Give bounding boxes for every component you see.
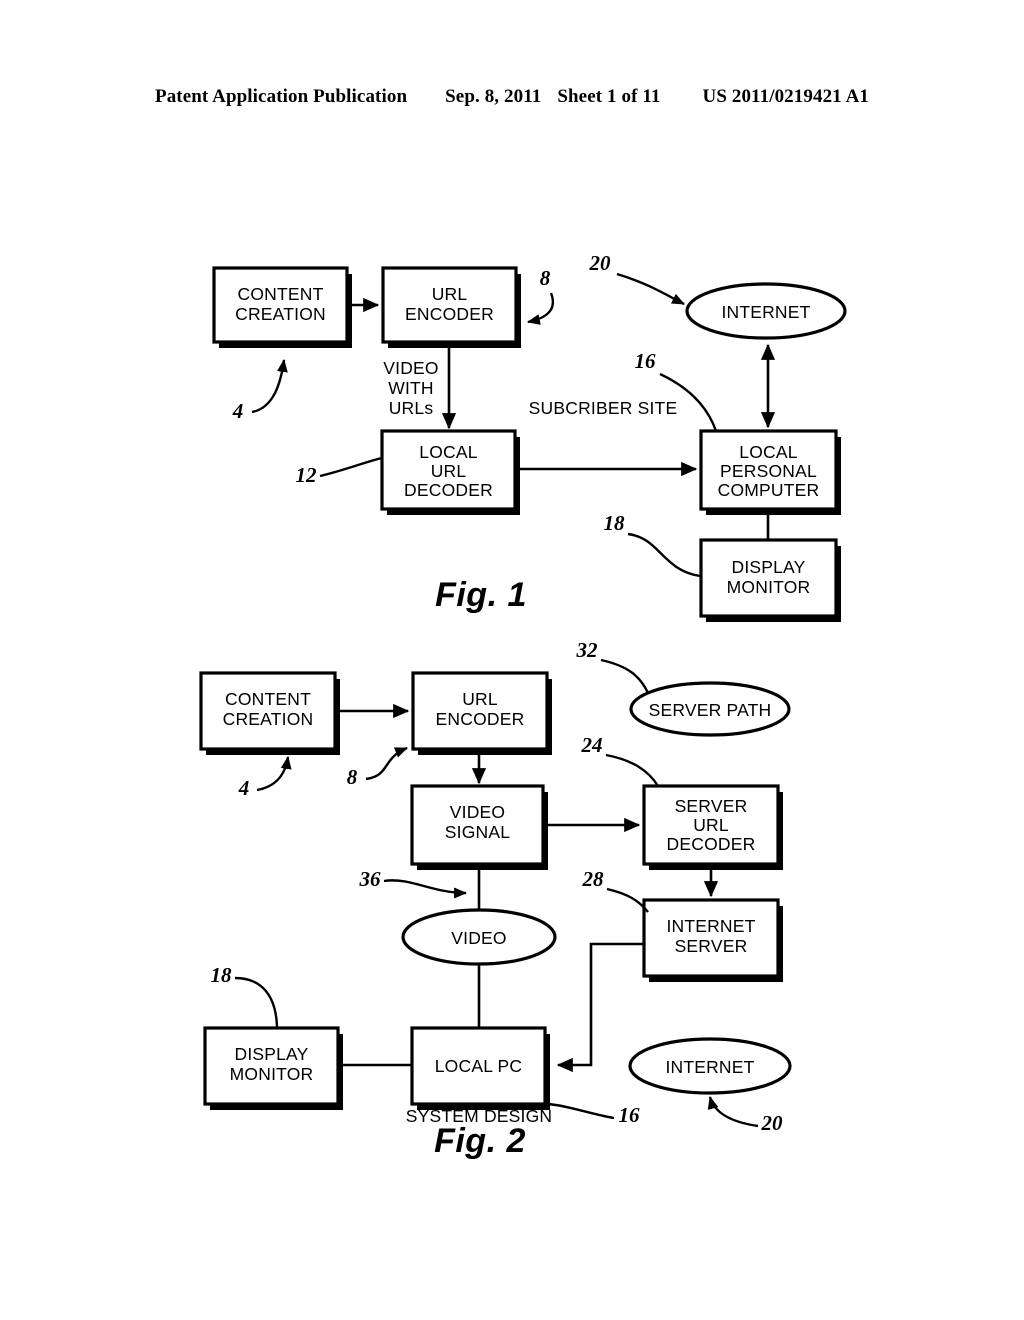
fig2-leader-18: [234, 976, 279, 1028]
fig1-ref-number-4: 4: [232, 399, 244, 423]
fig2-ref-number-18: 18: [211, 963, 233, 987]
fig2-node-content-creation: CONTENT CREATION: [199, 671, 340, 755]
fig1-leader-12: [319, 456, 383, 478]
fig1-node-url-encoder: URL ENCODER: [381, 266, 521, 348]
fig1-content-creation-label-line2: CREATION: [235, 304, 326, 324]
patent-figures: CONTENT CREATION URL ENCODER INTERNET 20: [199, 251, 847, 1160]
fig2-server-url-decoder-label-line3: DECODER: [667, 834, 756, 854]
fig1-local-url-decoder-label-line2: URL: [431, 461, 467, 481]
fig1-local-url-decoder-label-line1: LOCAL: [419, 442, 477, 462]
fig1-ref-number-16: 16: [635, 349, 657, 373]
fig2-node-video: VIDEO: [401, 908, 557, 966]
fig2-leader-4: [256, 755, 292, 792]
fig2-ref-number-16: 16: [619, 1103, 641, 1127]
fig1-local-pc-label-line2: PERSONAL: [720, 461, 817, 481]
fig1-leader-4: [251, 358, 288, 414]
fig1-ref-number-18: 18: [604, 511, 626, 535]
fig1-node-internet: INTERNET: [685, 282, 847, 340]
fig2-server-path-label: SERVER PATH: [649, 700, 772, 720]
fig2-node-internet-server: INTERNET SERVER: [642, 898, 783, 982]
fig1-caption: Fig. 1: [435, 576, 527, 614]
fig1-content-creation-label-line1: CONTENT: [238, 284, 324, 304]
fig2-display-monitor-label-line2: MONITOR: [230, 1064, 314, 1084]
fig2-ref-number-8: 8: [347, 765, 358, 789]
fig2-leader-8: [365, 746, 408, 781]
fig2-ref-number-28: 28: [582, 867, 605, 891]
fig2-content-creation-label-line1: CONTENT: [225, 689, 311, 709]
fig2-node-internet: INTERNET: [628, 1037, 792, 1095]
fig1-ref-number-20: 20: [589, 251, 612, 275]
figure-2: CONTENT CREATION URL ENCODER 4 8 SERVER: [199, 638, 792, 1160]
fig1-node-local-url-decoder: LOCAL URL DECODER: [380, 429, 520, 515]
fig1-leader-20: [616, 272, 685, 306]
fig2-internet-server-label-line1: INTERNET: [666, 916, 755, 936]
fig1-local-pc-label-line1: LOCAL: [739, 442, 797, 462]
fig2-node-server-path: SERVER PATH: [629, 681, 791, 737]
fig1-node-display-monitor: DISPLAY MONITOR: [699, 538, 841, 622]
fig2-leader-20: [707, 1095, 759, 1128]
fig2-url-encoder-label-line1: URL: [462, 689, 498, 709]
fig2-node-local-pc: LOCAL PC: [410, 1026, 550, 1110]
fig2-display-monitor-label-line1: DISPLAY: [234, 1044, 308, 1064]
fig1-edge-label-video-with-urls-line3: URLs: [389, 398, 434, 418]
fig2-leader-28: [606, 887, 649, 913]
fig2-leader-24: [605, 753, 660, 787]
fig1-url-encoder-label-line1: URL: [432, 284, 468, 304]
fig1-label-subscriber-site: SUBCRIBER SITE: [529, 398, 678, 418]
patent-page: Patent Application Publication Sep. 8, 2…: [0, 0, 1024, 1320]
fig2-ref-number-32: 32: [576, 638, 599, 662]
fig2-node-display-monitor: DISPLAY MONITOR: [203, 1026, 343, 1110]
fig1-internet-label: INTERNET: [721, 302, 810, 322]
fig2-video-label: VIDEO: [451, 928, 506, 948]
fig2-local-pc-label: LOCAL PC: [435, 1056, 523, 1076]
fig1-edge-label-video-with-urls-line2: WITH: [388, 378, 434, 398]
fig1-local-pc-label-line3: COMPUTER: [718, 480, 820, 500]
fig1-node-local-personal-computer: LOCAL PERSONAL COMPUTER: [699, 429, 841, 515]
fig2-leader-36: [383, 879, 468, 899]
fig2-internet-label: INTERNET: [665, 1057, 754, 1077]
fig2-server-url-decoder-label-line2: URL: [693, 815, 729, 835]
fig2-node-server-url-decoder: SERVER URL DECODER: [642, 784, 783, 870]
fig2-ref-number-20: 20: [761, 1111, 784, 1135]
fig2-edge-internet-server-to-local-pc: [556, 942, 644, 1073]
fig2-leader-32: [600, 658, 650, 694]
fig1-leader-18: [627, 532, 701, 578]
fig1-local-url-decoder-label-line3: DECODER: [404, 480, 493, 500]
fig2-url-encoder-label-line2: ENCODER: [436, 709, 525, 729]
fig2-leader-16: [547, 1102, 615, 1120]
figure-1: CONTENT CREATION URL ENCODER INTERNET 20: [212, 251, 847, 622]
fig2-video-signal-label-line2: SIGNAL: [445, 822, 510, 842]
fig2-ref-number-36: 36: [359, 867, 382, 891]
fig1-display-monitor-label-line1: DISPLAY: [731, 557, 805, 577]
fig2-internet-server-label-line2: SERVER: [675, 936, 748, 956]
fig1-ref-number-8: 8: [540, 266, 551, 290]
fig2-node-url-encoder: URL ENCODER: [411, 671, 552, 755]
fig1-edge-label-video-with-urls-line1: VIDEO: [383, 358, 438, 378]
fig1-node-content-creation: CONTENT CREATION: [212, 266, 352, 348]
fig2-content-creation-label-line2: CREATION: [223, 709, 314, 729]
fig2-caption: Fig. 2: [434, 1122, 526, 1160]
fig1-display-monitor-label-line2: MONITOR: [727, 577, 811, 597]
fig1-url-encoder-label-line2: ENCODER: [405, 304, 494, 324]
fig2-ref-number-24: 24: [581, 733, 603, 757]
fig2-node-video-signal: VIDEO SIGNAL: [410, 784, 548, 870]
fig1-ref-number-12: 12: [296, 463, 318, 487]
fig2-ref-number-4: 4: [238, 776, 250, 800]
fig2-server-url-decoder-label-line1: SERVER: [675, 796, 748, 816]
fig2-video-signal-label-line1: VIDEO: [450, 802, 505, 822]
fig1-leader-8: [526, 292, 555, 325]
